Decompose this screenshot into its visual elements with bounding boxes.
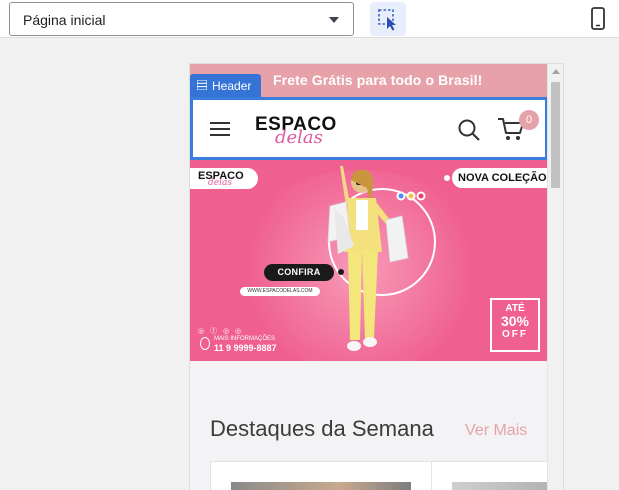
product-card[interactable] bbox=[431, 461, 562, 490]
phone-number: 11 9 9999-8887 bbox=[214, 343, 277, 353]
chevron-down-icon bbox=[329, 17, 339, 23]
product-card[interactable] bbox=[210, 461, 432, 490]
product-image bbox=[231, 482, 411, 490]
discount-value: 30% bbox=[500, 313, 530, 329]
editor-toolbar: Página inicial bbox=[0, 0, 619, 38]
menu-icon[interactable] bbox=[210, 122, 230, 137]
collection-label: NOVA COLEÇÃO bbox=[452, 168, 548, 188]
featured-title: Destaques da Semana bbox=[210, 416, 434, 441]
search-icon[interactable] bbox=[457, 118, 481, 142]
more-info-label: MAIS INFORMAÇÕES bbox=[214, 336, 276, 342]
site-preview: Frete Grátis para todo o Brasil! Header … bbox=[189, 63, 564, 490]
social-bubbles-icon bbox=[396, 191, 426, 201]
page-select[interactable]: Página inicial bbox=[9, 2, 354, 36]
social-icons: ◎ ⓕ ◎ ◎ bbox=[198, 328, 244, 335]
mobile-device-icon bbox=[591, 7, 605, 30]
logo-text-script: delas bbox=[275, 127, 323, 148]
cart-count-badge: 0 bbox=[519, 110, 539, 130]
preview-scrollbar[interactable] bbox=[547, 64, 563, 490]
hero-banner[interactable]: ESPACO delas NOVA COLEÇÃO CONFIRA WWW.ES… bbox=[190, 160, 548, 361]
scroll-up-icon[interactable] bbox=[552, 69, 560, 74]
website-url: WWW.ESPACODELAS.COM bbox=[240, 287, 320, 296]
element-select-icon bbox=[378, 9, 396, 31]
cta-button[interactable]: CONFIRA bbox=[264, 264, 334, 281]
decor-dot bbox=[444, 175, 450, 181]
discount-badge: ATÉ 30% OFF bbox=[490, 298, 540, 352]
see-more-link[interactable]: Ver Mais bbox=[465, 422, 527, 440]
discount-suffix: OFF bbox=[502, 329, 528, 340]
product-image bbox=[452, 482, 562, 490]
element-select-button[interactable] bbox=[370, 2, 406, 36]
site-logo[interactable]: ESPACO delas bbox=[255, 114, 351, 148]
hero-logo: ESPACO delas bbox=[190, 168, 258, 189]
site-header[interactable]: ESPACO delas 0 bbox=[190, 97, 548, 160]
phone-icon bbox=[200, 337, 210, 350]
header-section-tag[interactable]: Header bbox=[190, 74, 261, 97]
grid-icon bbox=[197, 80, 207, 90]
header-tag-label: Header bbox=[212, 79, 252, 93]
page-select-value: Página inicial bbox=[23, 12, 106, 28]
scrollbar-thumb[interactable] bbox=[551, 82, 560, 188]
hero-logo-script: delas bbox=[208, 178, 232, 188]
announcement-text: Frete Grátis para todo o Brasil! bbox=[273, 72, 483, 88]
mobile-preview-button[interactable] bbox=[586, 6, 610, 32]
decor-dot bbox=[338, 269, 344, 275]
